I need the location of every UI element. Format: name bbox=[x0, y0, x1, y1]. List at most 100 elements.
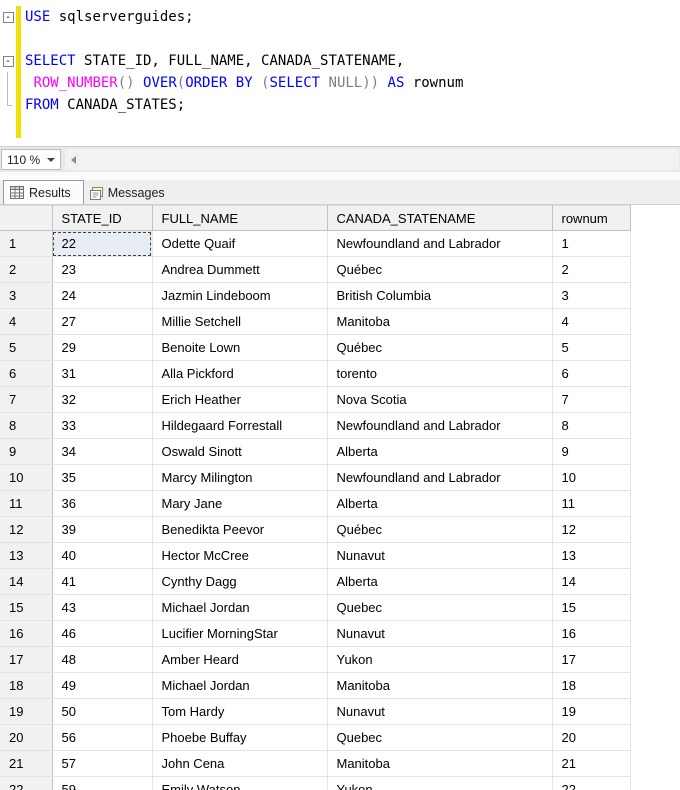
fold-collapse-control[interactable]: - bbox=[0, 50, 16, 72]
grid-cell[interactable]: 33 bbox=[52, 412, 153, 439]
grid-cell[interactable]: Erich Heather bbox=[152, 386, 328, 413]
grid-cell[interactable]: 32 bbox=[52, 386, 153, 413]
grid-cell[interactable]: 21 bbox=[552, 750, 631, 777]
grid-cell[interactable]: Amber Heard bbox=[152, 646, 328, 673]
code-line[interactable] bbox=[0, 116, 680, 138]
grid-cell[interactable]: 10 bbox=[552, 464, 631, 491]
scroll-left-button[interactable] bbox=[65, 149, 82, 170]
row-number[interactable]: 22 bbox=[0, 776, 53, 790]
grid-cell[interactable]: Michael Jordan bbox=[152, 672, 328, 699]
row-number[interactable]: 4 bbox=[0, 308, 53, 335]
pane-splitter[interactable] bbox=[0, 172, 680, 180]
row-number[interactable]: 3 bbox=[0, 282, 53, 309]
corner-header-cell[interactable] bbox=[0, 205, 53, 231]
grid-cell[interactable]: Manitoba bbox=[327, 308, 553, 335]
grid-cell[interactable]: Mary Jane bbox=[152, 490, 328, 517]
grid-cell[interactable]: Andrea Dummett bbox=[152, 256, 328, 283]
code-line[interactable]: - SELECT STATE_ID, FULL_NAME, CANADA_STAT… bbox=[0, 50, 680, 72]
grid-cell[interactable]: Hildegaard Forrestall bbox=[152, 412, 328, 439]
code-line[interactable] bbox=[0, 28, 680, 50]
fold-collapse-control[interactable]: - bbox=[0, 6, 16, 28]
grid-cell[interactable]: 36 bbox=[52, 490, 153, 517]
row-number[interactable]: 17 bbox=[0, 646, 53, 673]
grid-cell[interactable]: Nunavut bbox=[327, 620, 553, 647]
grid-cell[interactable]: 50 bbox=[52, 698, 153, 725]
grid-cell[interactable]: 8 bbox=[552, 412, 631, 439]
grid-cell[interactable]: Emily Watson bbox=[152, 776, 328, 790]
row-number[interactable]: 8 bbox=[0, 412, 53, 439]
grid-cell[interactable]: Alberta bbox=[327, 438, 553, 465]
grid-cell[interactable]: Marcy Milington bbox=[152, 464, 328, 491]
column-header-full_name[interactable]: FULL_NAME bbox=[152, 205, 328, 231]
grid-cell[interactable]: 7 bbox=[552, 386, 631, 413]
grid-cell[interactable]: 31 bbox=[52, 360, 153, 387]
grid-cell[interactable]: 5 bbox=[552, 334, 631, 361]
grid-cell[interactable]: 57 bbox=[52, 750, 153, 777]
grid-cell[interactable]: 11 bbox=[552, 490, 631, 517]
grid-cell[interactable]: torento bbox=[327, 360, 553, 387]
grid-cell[interactable]: Manitoba bbox=[327, 672, 553, 699]
row-number[interactable]: 16 bbox=[0, 620, 53, 647]
grid-cell[interactable]: Millie Setchell bbox=[152, 308, 328, 335]
sql-editor[interactable]: - USE sqlserverguides; - SELECT STATE_ID, F… bbox=[0, 0, 680, 146]
column-header-state_id[interactable]: STATE_ID bbox=[52, 205, 153, 231]
column-header-rownum[interactable]: rownum bbox=[552, 205, 631, 231]
row-number[interactable]: 15 bbox=[0, 594, 53, 621]
grid-cell[interactable]: 48 bbox=[52, 646, 153, 673]
grid-cell[interactable]: Odette Quaif bbox=[152, 230, 328, 257]
row-number[interactable]: 2 bbox=[0, 256, 53, 283]
grid-cell[interactable]: 43 bbox=[52, 594, 153, 621]
grid-cell[interactable]: British Columbia bbox=[327, 282, 553, 309]
grid-cell[interactable]: 41 bbox=[52, 568, 153, 595]
grid-cell[interactable]: Newfoundland and Labrador bbox=[327, 412, 553, 439]
grid-cell[interactable]: John Cena bbox=[152, 750, 328, 777]
grid-cell[interactable]: Québec bbox=[327, 516, 553, 543]
grid-cell[interactable]: Quebec bbox=[327, 594, 553, 621]
tab-results[interactable]: Results bbox=[3, 180, 84, 204]
grid-cell[interactable]: 22 bbox=[552, 776, 631, 790]
grid-cell[interactable]: Québec bbox=[327, 256, 553, 283]
grid-cell[interactable]: Michael Jordan bbox=[152, 594, 328, 621]
grid-cell[interactable]: Nunavut bbox=[327, 698, 553, 725]
row-number[interactable]: 12 bbox=[0, 516, 53, 543]
grid-cell[interactable]: Alla Pickford bbox=[152, 360, 328, 387]
row-number[interactable]: 21 bbox=[0, 750, 53, 777]
grid-cell[interactable]: 9 bbox=[552, 438, 631, 465]
grid-cell[interactable]: 16 bbox=[552, 620, 631, 647]
row-number[interactable]: 13 bbox=[0, 542, 53, 569]
grid-cell[interactable]: Yukon bbox=[327, 646, 553, 673]
grid-cell[interactable]: 3 bbox=[552, 282, 631, 309]
row-number[interactable]: 14 bbox=[0, 568, 53, 595]
grid-cell[interactable]: Manitoba bbox=[327, 750, 553, 777]
grid-cell[interactable]: Lucifier MorningStar bbox=[152, 620, 328, 647]
grid-cell[interactable]: 39 bbox=[52, 516, 153, 543]
grid-cell[interactable]: Benoite Lown bbox=[152, 334, 328, 361]
grid-cell[interactable]: 29 bbox=[52, 334, 153, 361]
grid-cell[interactable]: Québec bbox=[327, 334, 553, 361]
grid-cell[interactable]: 35 bbox=[52, 464, 153, 491]
grid-cell[interactable]: 22 bbox=[52, 230, 153, 257]
grid-cell[interactable]: 2 bbox=[552, 256, 631, 283]
grid-cell[interactable]: 46 bbox=[52, 620, 153, 647]
grid-cell[interactable]: Alberta bbox=[327, 490, 553, 517]
grid-cell[interactable]: Nova Scotia bbox=[327, 386, 553, 413]
grid-cell[interactable]: 19 bbox=[552, 698, 631, 725]
grid-cell[interactable]: 18 bbox=[552, 672, 631, 699]
grid-cell[interactable]: Hector McCree bbox=[152, 542, 328, 569]
row-number[interactable]: 1 bbox=[0, 230, 53, 257]
row-number[interactable]: 18 bbox=[0, 672, 53, 699]
grid-cell[interactable]: Jazmin Lindeboom bbox=[152, 282, 328, 309]
grid-cell[interactable]: Alberta bbox=[327, 568, 553, 595]
grid-cell[interactable]: 1 bbox=[552, 230, 631, 257]
grid-cell[interactable]: 40 bbox=[52, 542, 153, 569]
row-number[interactable]: 6 bbox=[0, 360, 53, 387]
row-number[interactable]: 11 bbox=[0, 490, 53, 517]
grid-cell[interactable]: 59 bbox=[52, 776, 153, 790]
grid-cell[interactable]: 6 bbox=[552, 360, 631, 387]
grid-cell[interactable]: Tom Hardy bbox=[152, 698, 328, 725]
tab-messages[interactable]: Messages bbox=[84, 182, 177, 204]
grid-cell[interactable]: 20 bbox=[552, 724, 631, 751]
grid-cell[interactable]: 15 bbox=[552, 594, 631, 621]
grid-cell[interactable]: Nunavut bbox=[327, 542, 553, 569]
grid-cell[interactable]: 4 bbox=[552, 308, 631, 335]
